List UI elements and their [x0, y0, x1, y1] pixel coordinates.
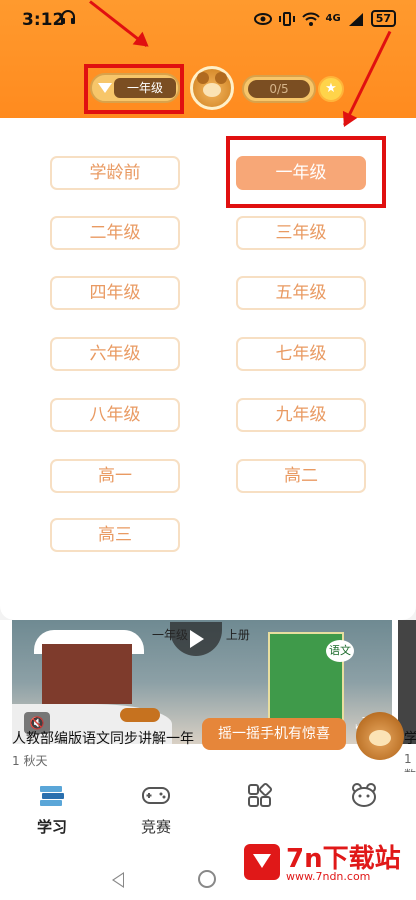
course-list: 语文 一年级 上册 🔇 ⤢ 人教部编版语文同步讲解一年 学 1 秋天 1 数 摇…	[0, 620, 416, 782]
grade-option-grade3[interactable]: 三年级	[236, 216, 366, 250]
play-icon[interactable]	[170, 622, 222, 656]
watermark: 7n下载站 www.7ndn.com	[240, 836, 410, 888]
grade-option-grade7[interactable]: 七年级	[236, 337, 366, 371]
textbook-title: 语文	[326, 640, 354, 662]
video-caption-volume: 上册	[225, 628, 250, 642]
bear-ear-right	[215, 72, 227, 84]
gamepad-icon	[142, 787, 170, 804]
battery-level: 57	[370, 10, 396, 27]
status-bar: 3:12 4G 57	[0, 0, 416, 38]
progress-text: 0/5	[248, 80, 310, 98]
course-meta: 1 秋天	[12, 754, 48, 768]
avatar[interactable]	[190, 66, 234, 110]
grade-option-grade6[interactable]: 六年级	[50, 337, 180, 371]
wifi-icon	[301, 12, 320, 26]
grade-option-senior1[interactable]: 高一	[50, 459, 180, 493]
grade-option-grade9[interactable]: 九年级	[236, 398, 366, 432]
grade-option-grade2[interactable]: 二年级	[50, 216, 180, 250]
nav-item-study[interactable]: 学习	[12, 782, 92, 837]
watermark-url: www.7ndn.com	[286, 870, 371, 883]
annotation-box-grade-selector	[84, 64, 184, 114]
nav-item-apps[interactable]	[220, 782, 300, 816]
nav-item-competition[interactable]: 竞赛	[116, 782, 196, 837]
grade-option-grade8[interactable]: 八年级	[50, 398, 180, 432]
progress-badge[interactable]: 0/5	[242, 75, 316, 103]
back-icon[interactable]	[112, 872, 124, 888]
nav-label-competition: 竞赛	[140, 818, 171, 836]
course-title[interactable]: 人教部编版语文同步讲解一年	[12, 728, 194, 748]
eye-icon	[253, 12, 272, 25]
medal-icon[interactable]: ★	[318, 76, 344, 102]
grade-option-senior3[interactable]: 高三	[50, 518, 180, 552]
house-illustration	[42, 644, 132, 704]
bear-face	[369, 730, 391, 746]
grade-option-grade5[interactable]: 五年级	[236, 276, 366, 310]
annotation-box-selected-grade	[226, 136, 386, 208]
bear-face	[203, 83, 221, 97]
status-time: 3:12	[22, 10, 65, 30]
signal-text: 4G	[325, 13, 341, 24]
bear-mascot-icon[interactable]	[356, 712, 404, 760]
grade-option-grade4[interactable]: 四年级	[50, 276, 180, 310]
status-icons: 4G 57	[253, 10, 396, 27]
grade-option-preschool[interactable]: 学龄前	[50, 156, 180, 190]
home-icon[interactable]	[198, 870, 216, 888]
books-icon	[40, 786, 64, 806]
signal-icon	[348, 12, 363, 26]
bear-face-icon	[352, 783, 376, 807]
apps-grid-icon	[248, 782, 273, 807]
nav-label-study: 学习	[36, 818, 67, 836]
bear-ear-left	[197, 72, 209, 84]
shake-banner[interactable]: 摇一摇手机有惊喜	[202, 718, 346, 750]
grade-option-senior2[interactable]: 高二	[236, 459, 366, 493]
vibrate-icon	[278, 11, 295, 26]
next-course-title[interactable]: 学	[404, 728, 416, 748]
headset-icon	[61, 10, 75, 24]
fox-illustration	[120, 708, 160, 722]
download-icon	[244, 844, 280, 880]
nav-item-profile[interactable]	[324, 782, 404, 816]
